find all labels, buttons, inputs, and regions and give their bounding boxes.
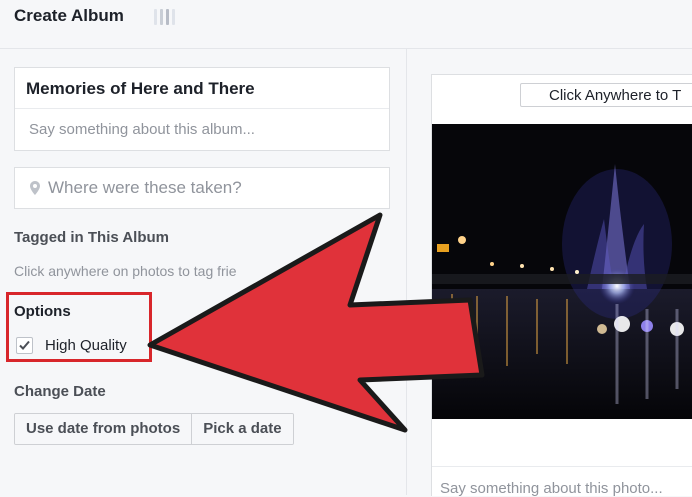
highlight-box — [6, 292, 152, 362]
change-date-heading: Change Date — [14, 383, 106, 400]
location-input[interactable]: Where were these taken? — [14, 167, 390, 209]
use-date-from-photos-button[interactable]: Use date from photos — [15, 414, 192, 444]
divider — [432, 466, 692, 467]
tagged-heading: Tagged in This Album — [14, 229, 169, 246]
album-description-input[interactable]: Say something about this album... — [29, 121, 255, 138]
pick-a-date-button[interactable]: Pick a date — [191, 414, 293, 444]
location-placeholder: Where were these taken? — [48, 178, 242, 197]
tagged-hint: Click anywhere on photos to tag frie — [14, 263, 237, 279]
photo-caption-input[interactable]: Say something about this photo... — [440, 480, 663, 497]
album-info-box: Memories of Here and There Say something… — [14, 67, 390, 151]
date-button-group: Use date from photos Pick a date — [14, 413, 294, 445]
header-bar: Create Album — [0, 0, 692, 49]
map-pin-icon — [30, 181, 40, 195]
night-fountain-image — [432, 124, 692, 419]
album-photo[interactable] — [432, 124, 692, 419]
divider — [15, 108, 389, 109]
click-anywhere-to-tag-button[interactable]: Click Anywhere to T — [520, 83, 692, 107]
loading-spinner-icon — [154, 9, 176, 25]
page-title: Create Album — [14, 6, 124, 25]
album-name-input[interactable]: Memories of Here and There — [26, 79, 255, 99]
